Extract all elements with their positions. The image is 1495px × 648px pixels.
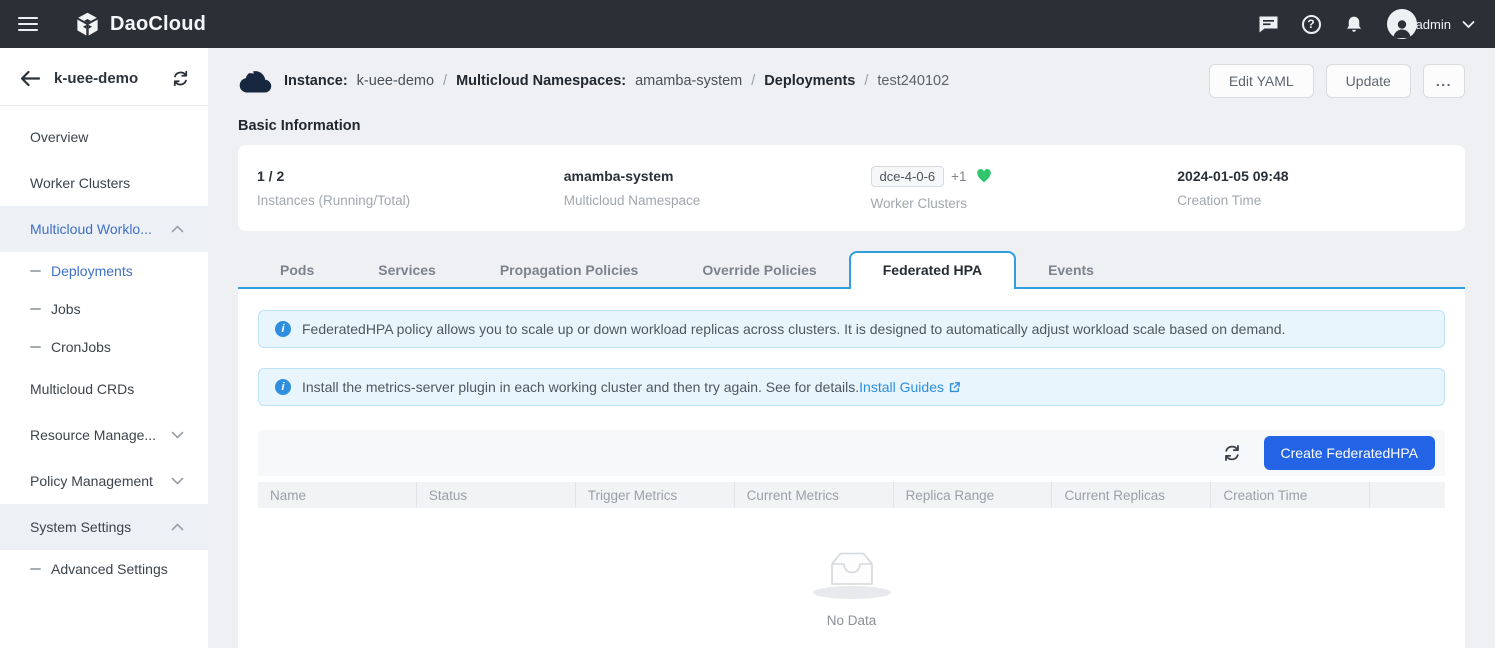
refresh-icon[interactable]: [1218, 439, 1246, 467]
sidebar-item-resource-management[interactable]: Resource Manage...: [0, 412, 208, 458]
column-trigger-metrics: Trigger Metrics: [575, 482, 734, 508]
user-avatar: [1387, 9, 1417, 39]
back-arrow-icon[interactable]: [20, 70, 40, 87]
table-toolbar: Create FederatedHPA: [258, 430, 1445, 476]
menu-hamburger-icon[interactable]: [18, 17, 38, 31]
tab-events[interactable]: Events: [1016, 253, 1126, 287]
main-content: Instance: k-uee-demo / Multicloud Namesp…: [208, 48, 1495, 648]
column-current-metrics: Current Metrics: [734, 482, 893, 508]
cluster-title: k-uee-demo: [54, 70, 138, 87]
column-name: Name: [258, 482, 416, 508]
subitem-dash: [30, 308, 41, 310]
basic-information-card: 1 / 2 Instances (Running/Total) amamba-s…: [238, 145, 1465, 231]
tab-override-policies[interactable]: Override Policies: [670, 253, 848, 287]
column-creation-time: Creation Time: [1210, 482, 1369, 508]
federated-hpa-panel: i FederatedHPA policy allows you to scal…: [238, 289, 1465, 648]
field-instances: 1 / 2 Instances (Running/Total): [238, 168, 545, 208]
sidebar-item-jobs[interactable]: Jobs: [0, 290, 208, 328]
more-actions-button[interactable]: ...: [1423, 64, 1465, 98]
field-namespace: amamba-system Multicloud Namespace: [545, 168, 852, 208]
chevron-down-icon: [171, 431, 184, 439]
tab-propagation-policies[interactable]: Propagation Policies: [468, 253, 670, 287]
brand-name: DaoCloud: [110, 13, 206, 36]
detail-tabs: Pods Services Propagation Policies Overr…: [238, 251, 1465, 289]
basic-information-title: Basic Information: [238, 118, 1465, 134]
banner-text: Install the metrics-server plugin in eac…: [302, 379, 961, 395]
external-link-icon: [948, 381, 961, 394]
column-actions: [1369, 482, 1445, 508]
breadcrumb-deployments-label[interactable]: Deployments: [764, 73, 855, 89]
breadcrumb: Instance: k-uee-demo / Multicloud Namesp…: [238, 62, 1465, 100]
chevron-down-icon: [1462, 20, 1475, 29]
divider: [0, 105, 208, 106]
sidebar-item-system-settings[interactable]: System Settings: [0, 504, 208, 550]
chevron-up-icon: [171, 225, 184, 233]
empty-state: No Data: [258, 544, 1445, 628]
update-button[interactable]: Update: [1326, 64, 1411, 98]
sidebar-item-cronjobs[interactable]: CronJobs: [0, 328, 208, 366]
chevron-down-icon: [171, 477, 184, 485]
chevron-up-icon: [171, 523, 184, 531]
tab-pods[interactable]: Pods: [248, 253, 346, 287]
top-navbar: DaoCloud ? admin: [0, 0, 1495, 48]
breadcrumb-instance-value[interactable]: k-uee-demo: [357, 73, 434, 89]
sidebar: k-uee-demo Overview Worker Clusters Mult…: [0, 48, 208, 648]
sidebar-item-policy-management[interactable]: Policy Management: [0, 458, 208, 504]
breadcrumb-instance-label: Instance:: [284, 73, 348, 89]
breadcrumb-namespace-value[interactable]: amamba-system: [635, 73, 742, 89]
info-icon: i: [275, 379, 291, 395]
help-icon[interactable]: ?: [1302, 15, 1321, 34]
table-header: Name Status Trigger Metrics Current Metr…: [258, 482, 1445, 508]
sidebar-item-deployments[interactable]: Deployments: [0, 252, 208, 290]
tab-services[interactable]: Services: [346, 253, 468, 287]
sidebar-item-multicloud-crds[interactable]: Multicloud CRDs: [0, 366, 208, 412]
subitem-dash: [30, 346, 41, 348]
empty-tray-icon: [819, 544, 885, 594]
subitem-dash: [30, 568, 41, 570]
info-banner-policy: i FederatedHPA policy allows you to scal…: [258, 310, 1445, 348]
daocloud-cube-icon: [74, 11, 101, 38]
cluster-more-count[interactable]: +1: [951, 169, 966, 184]
sidebar-item-worker-clusters[interactable]: Worker Clusters: [0, 160, 208, 206]
breadcrumb-current-resource: test240102: [877, 73, 949, 89]
tab-federated-hpa[interactable]: Federated HPA: [849, 251, 1016, 289]
cluster-badge[interactable]: dce-4-0-6: [871, 166, 945, 187]
cloud-icon: [238, 69, 272, 94]
notifications-bell-icon[interactable]: [1344, 14, 1364, 35]
no-data-text: No Data: [827, 613, 877, 628]
question-mark-glyph: ?: [1302, 15, 1321, 34]
user-menu[interactable]: admin: [1387, 9, 1475, 39]
column-status: Status: [416, 482, 575, 508]
health-heart-icon: [976, 169, 992, 183]
sidebar-item-multicloud-workloads[interactable]: Multicloud Worklo...: [0, 206, 208, 252]
sidebar-item-overview[interactable]: Overview: [0, 114, 208, 160]
banner-text: FederatedHPA policy allows you to scale …: [302, 321, 1285, 337]
sidebar-item-advanced-settings[interactable]: Advanced Settings: [0, 550, 208, 588]
info-icon: i: [275, 321, 291, 337]
column-replica-range: Replica Range: [893, 482, 1052, 508]
field-creation-time: 2024-01-05 09:48 Creation Time: [1158, 168, 1465, 208]
switch-instance-icon[interactable]: [171, 69, 190, 88]
breadcrumb-namespaces-label: Multicloud Namespaces:: [456, 73, 626, 89]
edit-yaml-button[interactable]: Edit YAML: [1209, 64, 1314, 98]
info-banner-metrics-server: i Install the metrics-server plugin in e…: [258, 368, 1445, 406]
install-guides-link[interactable]: Install Guides: [859, 379, 961, 395]
brand-logo[interactable]: DaoCloud: [74, 11, 206, 38]
create-federatedhpa-button[interactable]: Create FederatedHPA: [1264, 436, 1435, 470]
field-worker-clusters: dce-4-0-6 +1 Worker Clusters: [852, 166, 1159, 211]
column-current-replicas: Current Replicas: [1051, 482, 1210, 508]
user-name: admin: [1416, 17, 1451, 32]
messages-icon[interactable]: [1258, 15, 1279, 34]
subitem-dash: [30, 270, 41, 272]
